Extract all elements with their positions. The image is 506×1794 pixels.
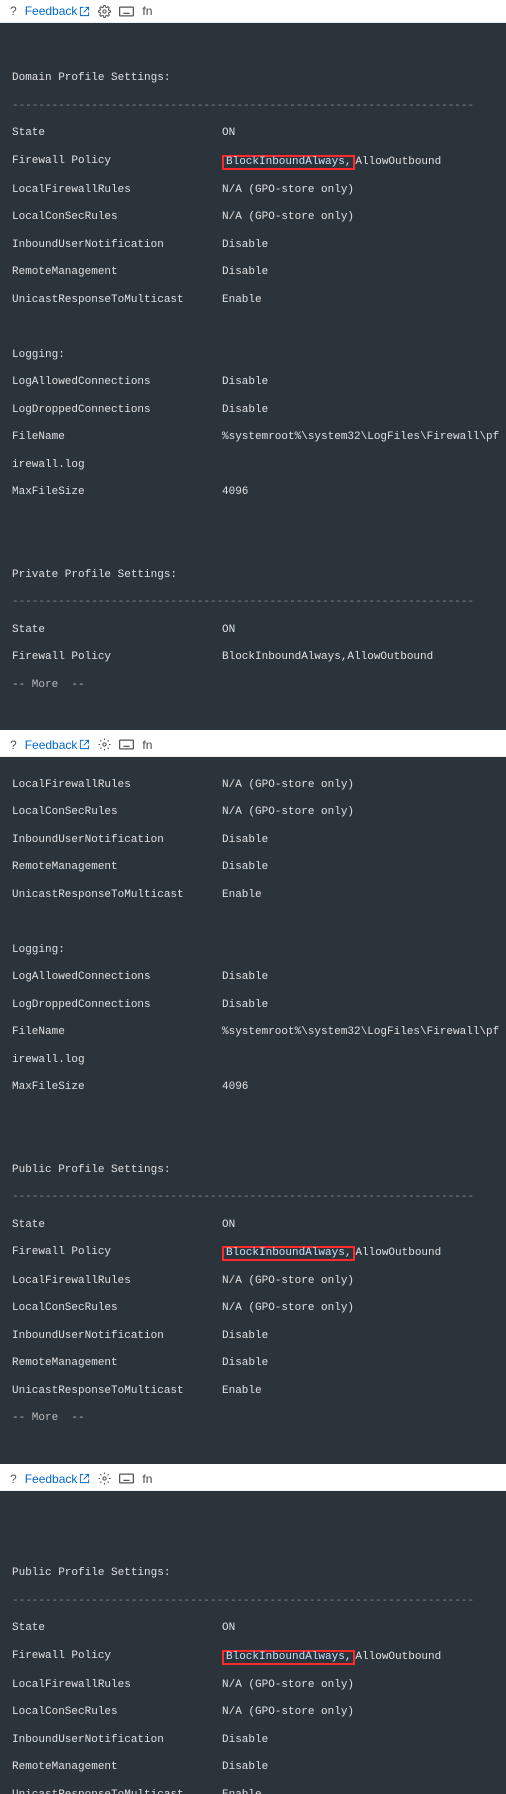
fn-label: fn xyxy=(142,4,152,18)
toolbar: ? Feedback fn xyxy=(0,1468,506,1491)
external-link-icon xyxy=(79,1473,90,1484)
feedback-link[interactable]: Feedback xyxy=(25,4,91,18)
table-row: LocalFirewallRulesN/A (GPO-store only) xyxy=(12,184,494,198)
highlight-box: BlockInboundAlways, xyxy=(222,1650,355,1665)
table-row: LocalFirewallRulesN/A (GPO-store only) xyxy=(12,779,494,793)
table-row: UnicastResponseToMulticastEnable xyxy=(12,889,494,903)
table-row: InboundUserNotificationDisable xyxy=(12,1734,494,1748)
table-row: LogDroppedConnectionsDisable xyxy=(12,999,494,1013)
toolbar: ? Feedback fn xyxy=(0,734,506,757)
external-link-icon xyxy=(79,6,90,17)
table-row: LocalConSecRulesN/A (GPO-store only) xyxy=(12,1706,494,1720)
feedback-link[interactable]: Feedback xyxy=(25,738,91,752)
table-row: LogAllowedConnectionsDisable xyxy=(12,971,494,985)
logging-label: Logging: xyxy=(12,349,494,363)
highlight-box: BlockInboundAlways, xyxy=(222,155,355,170)
table-row: Firewall PolicyBlockInboundAlways,AllowO… xyxy=(12,651,494,665)
section-title: Private Profile Settings: xyxy=(12,569,494,583)
separator-line: ----------------------------------------… xyxy=(12,100,494,114)
table-row: LocalConSecRulesN/A (GPO-store only) xyxy=(12,806,494,820)
table-row-policy: Firewall PolicyBlockInboundAlways,AllowO… xyxy=(12,1650,494,1665)
feedback-label: Feedback xyxy=(25,4,78,18)
help-button[interactable]: ? xyxy=(10,1472,17,1486)
console-panel-3: ? Feedback fn Public Profile Settings: -… xyxy=(0,1468,506,1794)
more-marker: -- More -- xyxy=(12,679,494,693)
terminal-output[interactable]: Domain Profile Settings: ---------------… xyxy=(0,23,506,730)
table-row: MaxFileSize4096 xyxy=(12,486,494,500)
toolbar: ? Feedback fn xyxy=(0,0,506,23)
table-row-policy: Firewall PolicyBlockInboundAlways,AllowO… xyxy=(12,155,494,170)
table-row: FileName%systemroot%\system32\LogFiles\F… xyxy=(12,1026,494,1040)
gear-icon[interactable] xyxy=(98,5,111,18)
table-row: LocalConSecRulesN/A (GPO-store only) xyxy=(12,211,494,225)
table-row: StateON xyxy=(12,624,494,638)
table-row: LocalFirewallRulesN/A (GPO-store only) xyxy=(12,1679,494,1693)
table-row: LogDroppedConnectionsDisable xyxy=(12,404,494,418)
keyboard-icon[interactable] xyxy=(119,738,134,751)
logging-label: Logging: xyxy=(12,944,494,958)
keyboard-icon[interactable] xyxy=(119,5,134,18)
table-row: LocalFirewallRulesN/A (GPO-store only) xyxy=(12,1275,494,1289)
terminal-output[interactable]: LocalFirewallRulesN/A (GPO-store only) L… xyxy=(0,757,506,1464)
table-row: FileName%systemroot%\system32\LogFiles\F… xyxy=(12,431,494,445)
table-row: StateON xyxy=(12,1219,494,1233)
help-button[interactable]: ? xyxy=(10,4,17,18)
table-row: RemoteManagementDisable xyxy=(12,861,494,875)
table-row: irewall.log xyxy=(12,459,494,473)
fn-label: fn xyxy=(142,1472,152,1486)
fn-label: fn xyxy=(142,738,152,752)
table-row: UnicastResponseToMulticastEnable xyxy=(12,1789,494,1794)
feedback-label: Feedback xyxy=(25,1472,78,1486)
table-row: InboundUserNotificationDisable xyxy=(12,1330,494,1344)
table-row: UnicastResponseToMulticastEnable xyxy=(12,294,494,308)
keyboard-icon[interactable] xyxy=(119,1472,134,1485)
console-panel-2: ? Feedback fn LocalFirewallRulesN/A (GPO… xyxy=(0,734,506,1464)
gear-icon[interactable] xyxy=(98,1472,111,1485)
feedback-link[interactable]: Feedback xyxy=(25,1472,91,1486)
more-marker: -- More -- xyxy=(12,1412,494,1426)
table-row: InboundUserNotificationDisable xyxy=(12,834,494,848)
section-title: Domain Profile Settings: xyxy=(12,72,494,86)
gear-icon[interactable] xyxy=(98,738,111,751)
table-row: InboundUserNotificationDisable xyxy=(12,239,494,253)
table-row: StateON xyxy=(12,127,494,141)
feedback-label: Feedback xyxy=(25,738,78,752)
table-row: RemoteManagementDisable xyxy=(12,1357,494,1371)
table-row: StateON xyxy=(12,1622,494,1636)
console-panel-1: ? Feedback fn Domain Profile Settings: -… xyxy=(0,0,506,730)
separator-line: ----------------------------------------… xyxy=(12,596,494,610)
section-title: Public Profile Settings: xyxy=(12,1164,494,1178)
table-row: LogAllowedConnectionsDisable xyxy=(12,376,494,390)
table-row: MaxFileSize4096 xyxy=(12,1081,494,1095)
table-row-policy: Firewall PolicyBlockInboundAlways,AllowO… xyxy=(12,1246,494,1261)
highlight-box: BlockInboundAlways, xyxy=(222,1246,355,1261)
table-row: UnicastResponseToMulticastEnable xyxy=(12,1385,494,1399)
separator-line: ----------------------------------------… xyxy=(12,1595,494,1609)
table-row: RemoteManagementDisable xyxy=(12,266,494,280)
table-row: RemoteManagementDisable xyxy=(12,1761,494,1775)
section-title: Public Profile Settings: xyxy=(12,1567,494,1581)
separator-line: ----------------------------------------… xyxy=(12,1191,494,1205)
help-button[interactable]: ? xyxy=(10,738,17,752)
table-row: irewall.log xyxy=(12,1054,494,1068)
table-row: LocalConSecRulesN/A (GPO-store only) xyxy=(12,1302,494,1316)
external-link-icon xyxy=(79,739,90,750)
terminal-output[interactable]: Public Profile Settings: ---------------… xyxy=(0,1491,506,1794)
